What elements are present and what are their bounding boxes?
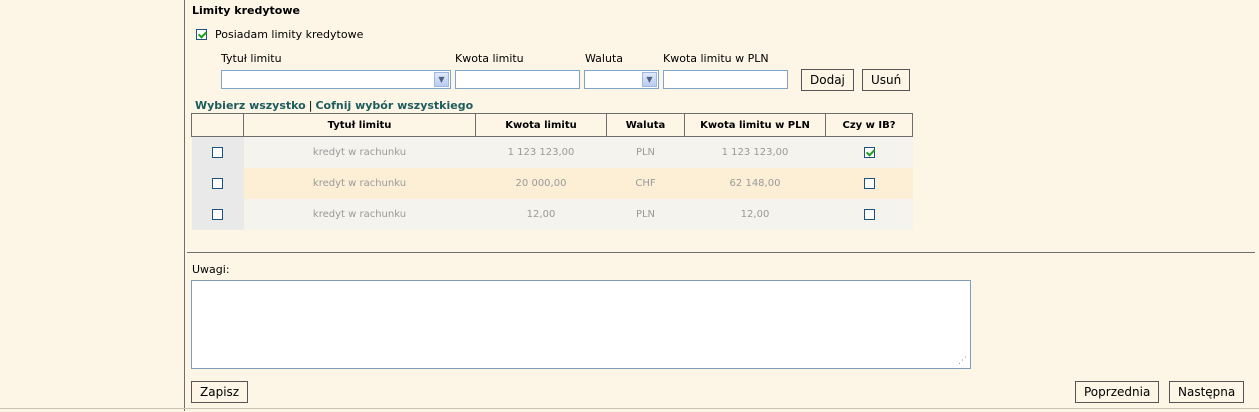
table-row: kredyt w rachunku 1 123 123,00 PLN 1 123… — [191, 136, 913, 168]
row-select-checkbox[interactable] — [212, 177, 223, 189]
row-pln-amount: 62 148,00 — [684, 168, 826, 199]
row-in-ib-checkbox[interactable] — [863, 146, 875, 158]
previous-button[interactable]: Poprzednia — [1075, 381, 1160, 403]
table-row: kredyt w rachunku 12,00 PLN 12,00 — [191, 199, 913, 230]
has-limits-label: Posiadam limity kredytowe — [215, 28, 364, 41]
left-sidebar — [0, 0, 185, 411]
row-select-checkbox[interactable] — [212, 146, 223, 158]
title-select[interactable]: ▼ — [221, 70, 451, 89]
pln-amount-label: Kwota limitu w PLN — [663, 52, 769, 65]
currency-label: Waluta — [585, 52, 623, 65]
row-select-cell[interactable] — [191, 136, 244, 168]
has-limits-checkbox[interactable] — [196, 29, 207, 40]
row-in-ib-checkbox[interactable] — [863, 177, 875, 189]
bottom-border — [0, 408, 1259, 412]
row-select-checkbox[interactable] — [212, 208, 223, 220]
header-select — [191, 113, 244, 137]
header-title: Tytuł limitu — [243, 113, 476, 137]
title-label: Tytuł limitu — [221, 52, 282, 65]
row-select-cell[interactable] — [191, 199, 244, 230]
row-amount: 1 123 123,00 — [475, 136, 607, 168]
row-in-ib-cell[interactable] — [825, 168, 913, 199]
row-currency: PLN — [606, 136, 685, 168]
row-currency: PLN — [606, 199, 685, 230]
amount-label: Kwota limitu — [455, 52, 524, 65]
row-amount: 12,00 — [475, 199, 607, 230]
row-in-ib-checkbox[interactable] — [863, 208, 875, 220]
table-header-row: Tytuł limitu Kwota limitu Waluta Kwota l… — [191, 113, 913, 137]
limits-table: Tytuł limitu Kwota limitu Waluta Kwota l… — [191, 113, 913, 230]
has-limits-row[interactable]: Posiadam limity kredytowe — [196, 28, 363, 41]
chevron-down-icon[interactable]: ▼ — [642, 72, 657, 87]
next-button[interactable]: Następna — [1169, 381, 1245, 403]
notes-textarea[interactable] — [191, 280, 971, 369]
save-button[interactable]: Zapisz — [191, 381, 249, 403]
row-select-cell[interactable] — [191, 168, 244, 199]
remove-button[interactable]: Usuń — [862, 69, 911, 91]
resize-grip-icon[interactable]: ⋰ — [958, 356, 967, 366]
row-pln-amount: 1 123 123,00 — [684, 136, 826, 168]
row-currency: CHF — [606, 168, 685, 199]
selection-links: Wybierz wszystko | Cofnij wybór wszystkieg… — [195, 99, 473, 112]
header-currency: Waluta — [606, 113, 685, 137]
selection-separator: | — [308, 99, 313, 112]
add-button[interactable]: Dodaj — [801, 69, 854, 91]
row-pln-amount: 12,00 — [684, 199, 826, 230]
row-title: kredyt w rachunku — [243, 168, 476, 199]
section-title: Limity kredytowe — [192, 4, 300, 17]
pln-amount-input[interactable] — [663, 70, 788, 89]
deselect-all-link[interactable]: Cofnij wybór wszystkiego — [315, 99, 473, 112]
row-in-ib-cell[interactable] — [825, 136, 913, 168]
header-in-ib: Czy w IB? — [825, 113, 913, 137]
currency-select[interactable]: ▼ — [584, 70, 659, 89]
header-pln-amount: Kwota limitu w PLN — [684, 113, 826, 137]
amount-input[interactable] — [455, 70, 580, 89]
chevron-down-icon[interactable]: ▼ — [434, 72, 449, 87]
row-in-ib-cell[interactable] — [825, 199, 913, 230]
header-amount: Kwota limitu — [475, 113, 607, 137]
section-divider — [187, 252, 1255, 253]
table-row: kredyt w rachunku 20 000,00 CHF 62 148,0… — [191, 168, 913, 199]
row-title: kredyt w rachunku — [243, 136, 476, 168]
notes-label: Uwagi: — [192, 263, 230, 276]
select-all-link[interactable]: Wybierz wszystko — [195, 99, 306, 112]
row-title: kredyt w rachunku — [243, 199, 476, 230]
row-amount: 20 000,00 — [475, 168, 607, 199]
